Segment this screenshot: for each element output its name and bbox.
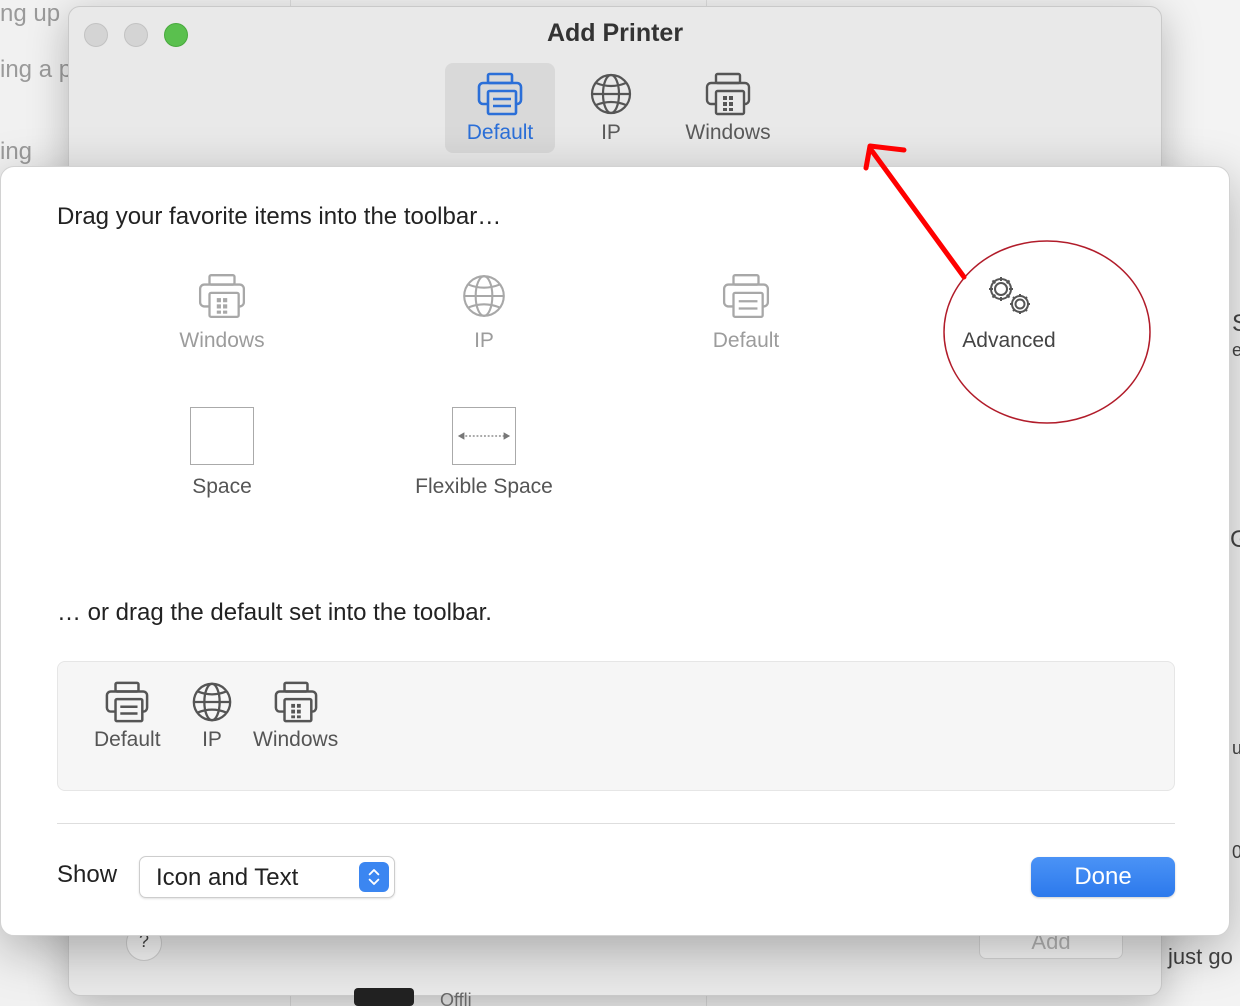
default-set-heading: … or drag the default set into the toolb… xyxy=(57,599,492,626)
window-title: Add Printer xyxy=(546,19,684,47)
toolbar-item-windows[interactable]: Windows xyxy=(673,63,783,153)
palette-item-windows[interactable]: Windows xyxy=(122,271,322,353)
bg-text-fragment: u xyxy=(1232,738,1240,758)
show-label: Show xyxy=(57,861,118,888)
show-mode-select[interactable]: Icon and Text xyxy=(139,856,395,898)
printer-default-icon xyxy=(722,274,770,318)
palette-item-flexible-space[interactable]: Flexible Space xyxy=(384,407,584,499)
palette-item-space[interactable]: Space xyxy=(122,407,322,499)
toolbar-item-label: Default xyxy=(466,121,534,144)
space-icon xyxy=(190,407,254,465)
flexible-space-icon xyxy=(452,407,516,465)
palette-item-default[interactable]: Default xyxy=(646,271,846,353)
printer-windows-icon xyxy=(705,72,751,116)
palette-item-label: Default xyxy=(712,329,780,352)
globe-icon xyxy=(590,73,632,115)
default-set-item-default: Default xyxy=(94,680,161,752)
palette-item-label: IP xyxy=(474,329,494,352)
palette-item-label: Advanced xyxy=(962,329,1056,352)
default-set-item-ip: IP xyxy=(188,680,236,752)
palette-item-label: Space xyxy=(192,475,252,498)
toolbar-item-label: Windows xyxy=(685,121,771,144)
palette-item-advanced[interactable]: Advanced xyxy=(909,271,1109,353)
default-set-label: IP xyxy=(202,728,222,751)
default-set-label: Windows xyxy=(253,728,339,751)
palette-heading: Drag your favorite items into the toolba… xyxy=(57,203,502,230)
printer-default-icon xyxy=(105,681,149,723)
palette-item-label: Flexible Space xyxy=(415,475,553,498)
bg-text-fragment: S xyxy=(1232,310,1240,338)
printer-windows-icon xyxy=(274,681,317,723)
toolbar-item-ip[interactable]: IP xyxy=(566,63,656,153)
bg-text-fragment: ing a p xyxy=(0,56,73,83)
bg-text-fragment: e xyxy=(1232,340,1240,360)
globe-icon xyxy=(192,682,232,722)
divider xyxy=(57,823,1175,824)
bg-dark-shape xyxy=(354,988,414,1006)
default-set-label: Default xyxy=(94,728,161,751)
bg-text-fragment: Offli xyxy=(440,990,472,1006)
done-button[interactable]: Done xyxy=(1031,857,1175,897)
show-mode-value: Icon and Text xyxy=(156,864,299,891)
default-set-item-windows: Windows xyxy=(253,680,338,752)
bg-text-fragment: just go xyxy=(1168,944,1233,969)
default-set-container[interactable]: Default IP Windows xyxy=(57,661,1175,791)
printer-windows-icon xyxy=(198,274,246,318)
toolbar-item-label: IP xyxy=(601,121,621,144)
customize-toolbar-sheet: Drag your favorite items into the toolba… xyxy=(0,166,1230,936)
palette-item-ip[interactable]: IP xyxy=(384,271,584,353)
bg-text-fragment: ing xyxy=(0,138,33,165)
toolbar-item-default[interactable]: Default xyxy=(445,63,555,153)
bg-text-fragment: 0 xyxy=(1232,842,1240,862)
bg-text-fragment: G xyxy=(1230,526,1240,553)
palette-item-label: Windows xyxy=(179,329,265,352)
printer-default-icon xyxy=(477,72,523,116)
globe-icon xyxy=(463,275,505,317)
bg-text-fragment: ng up xyxy=(0,0,61,27)
chevron-up-down-icon xyxy=(359,862,389,892)
gears-icon xyxy=(989,277,1030,314)
